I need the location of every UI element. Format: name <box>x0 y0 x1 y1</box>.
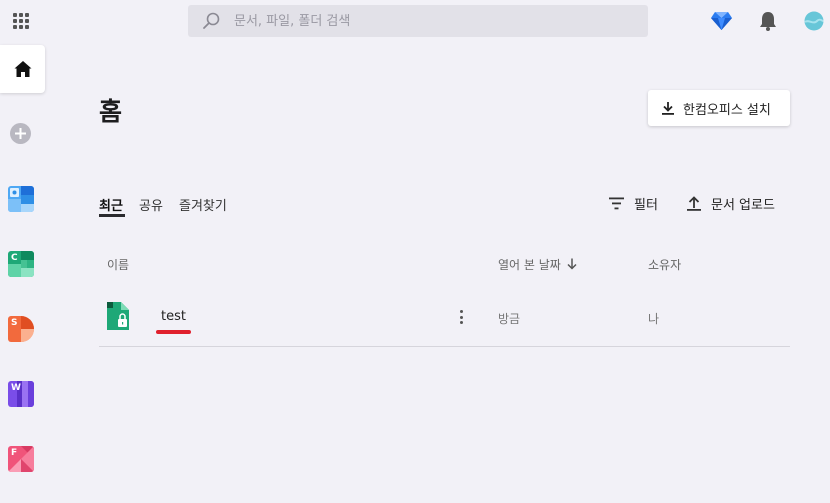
sidebar-app-cell[interactable]: C <box>8 251 34 277</box>
search-bar[interactable] <box>188 5 648 37</box>
search-icon <box>203 12 220 29</box>
upload-icon <box>687 196 701 211</box>
red-underline-mark <box>156 330 191 334</box>
sidebar-item-home[interactable] <box>0 45 45 93</box>
tab-shared[interactable]: 공유 <box>139 195 163 214</box>
filter-icon <box>609 197 624 210</box>
page-title: 홈 <box>99 97 123 126</box>
avatar-icon[interactable] <box>804 11 824 31</box>
sidebar-app-show[interactable]: S <box>8 316 34 342</box>
sort-down-icon <box>567 258 577 270</box>
active-tab-indicator <box>99 214 125 217</box>
tab-favorites[interactable]: 즐겨찾기 <box>179 195 227 214</box>
column-header-opened-date[interactable]: 열어 본 날짜 <box>498 256 577 273</box>
filter-button[interactable]: 필터 <box>609 194 658 213</box>
filter-label: 필터 <box>634 198 658 213</box>
column-header-name[interactable]: 이름 <box>107 256 129 273</box>
tab-recent[interactable]: 최근 <box>99 195 123 214</box>
column-header-opened-date-label: 열어 본 날짜 <box>498 258 561 272</box>
home-icon <box>14 61 31 77</box>
table-row[interactable]: test 방금 나 <box>99 290 790 347</box>
bell-icon[interactable] <box>759 11 777 31</box>
upload-label: 문서 업로드 <box>711 198 775 213</box>
sidebar-app-form[interactable]: F <box>8 446 34 472</box>
install-hancom-office-button[interactable]: 한컴오피스 설치 <box>648 90 790 126</box>
download-icon <box>662 102 674 115</box>
column-header-owner[interactable]: 소유자 <box>648 256 681 273</box>
add-button[interactable] <box>10 123 31 144</box>
diamond-icon[interactable] <box>710 11 733 31</box>
show-app-letter: S <box>11 318 18 328</box>
owner-cell: 나 <box>648 312 660 326</box>
file-name-link[interactable]: test <box>161 309 186 324</box>
apps-grid-icon[interactable] <box>13 13 29 29</box>
more-options-icon[interactable] <box>457 308 465 326</box>
plus-icon <box>15 128 26 139</box>
sidebar-app-word[interactable]: W <box>8 381 34 407</box>
upload-document-button[interactable]: 문서 업로드 <box>687 194 775 213</box>
install-button-label: 한컴오피스 설치 <box>683 102 771 118</box>
search-input[interactable] <box>234 5 634 37</box>
word-app-letter: W <box>11 383 21 393</box>
opened-date-cell: 방금 <box>498 312 521 326</box>
sidebar-app-calendar[interactable] <box>8 186 34 212</box>
cell-app-letter: C <box>11 253 18 263</box>
locked-spreadsheet-icon <box>107 302 129 330</box>
form-app-letter: F <box>11 448 18 458</box>
calendar-app-icon <box>8 186 34 212</box>
